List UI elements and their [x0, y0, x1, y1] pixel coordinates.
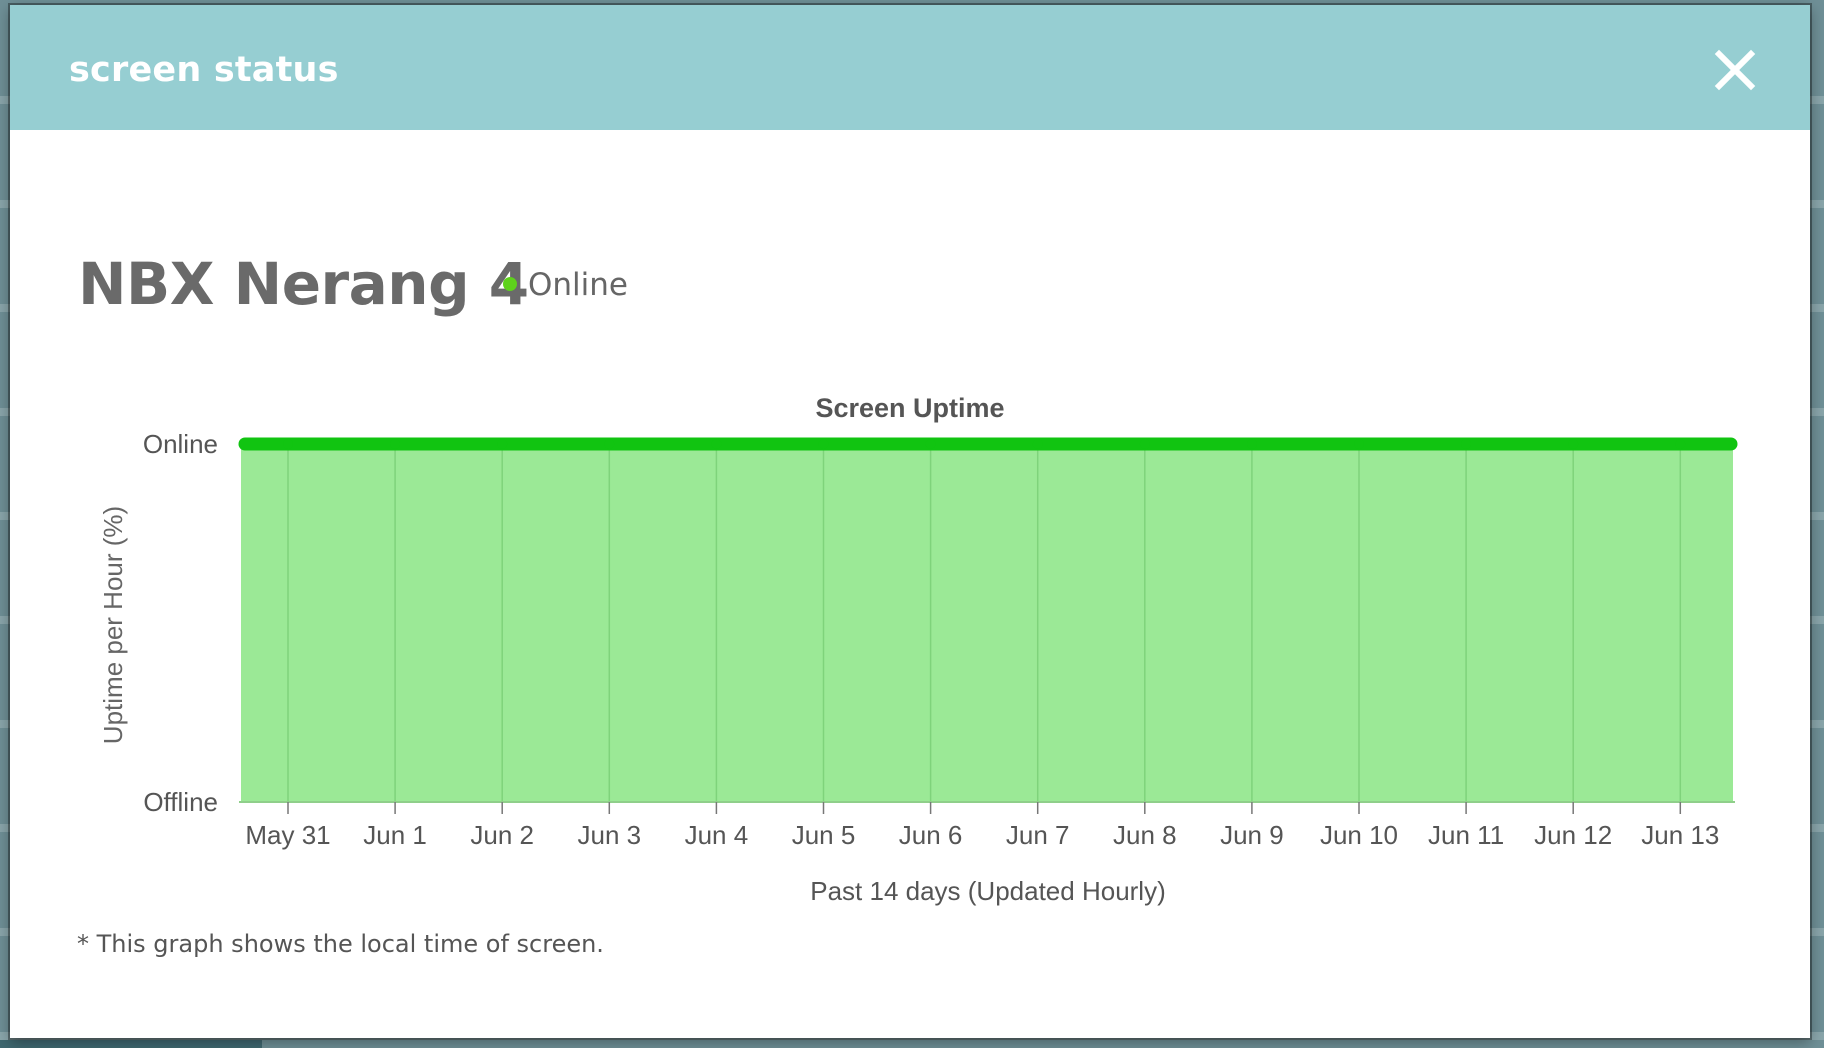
uptime-point	[604, 439, 615, 449]
page-backdrop-strip	[0, 1040, 262, 1048]
screen-status-modal: screen status NBX Nerang 4 Online Screen…	[10, 5, 1810, 1038]
uptime-point	[1032, 439, 1043, 449]
x-tick-label: Jun 9	[1220, 820, 1284, 850]
chart-x-axis-label: Past 14 days (Updated Hourly)	[810, 876, 1166, 906]
chart-footnote: * This graph shows the local time of scr…	[77, 930, 604, 958]
uptime-point	[1246, 439, 1257, 449]
uptime-point	[711, 439, 722, 449]
uptime-point	[1675, 439, 1686, 449]
x-tick-label: Jun 12	[1534, 820, 1612, 850]
x-tick-label: Jun 13	[1641, 820, 1719, 850]
x-tick-label: May 31	[245, 820, 330, 850]
chart-y-axis-label: Uptime per Hour (%)	[98, 506, 128, 744]
x-tick-label: Jun 3	[577, 820, 641, 850]
uptime-point	[925, 439, 936, 449]
x-tick-label: Jun 10	[1320, 820, 1398, 850]
uptime-point	[1139, 439, 1150, 449]
x-tick-label: Jun 4	[685, 820, 749, 850]
x-tick-label: Jun 5	[792, 820, 856, 850]
x-tick-label: Jun 2	[470, 820, 534, 850]
x-tick-label: Jun 11	[1428, 820, 1504, 850]
y-tick-label: Online	[143, 429, 218, 459]
uptime-point	[497, 439, 508, 449]
chart-title: Screen Uptime	[815, 393, 1004, 423]
x-tick-label: Jun 8	[1113, 820, 1177, 850]
x-tick-label: Jun 1	[363, 820, 427, 850]
uptime-chart: Screen Uptime Uptime per Hour (%) Past 1…	[98, 393, 1738, 906]
uptime-area	[241, 444, 1733, 802]
x-tick-label: Jun 7	[1006, 820, 1070, 850]
uptime-point	[1354, 439, 1364, 449]
uptime-point	[283, 439, 293, 449]
x-tick-label: Jun 6	[899, 820, 963, 850]
uptime-point	[1568, 439, 1579, 449]
y-tick-label: Offline	[143, 787, 218, 817]
uptime-point	[818, 439, 829, 449]
uptime-point	[390, 439, 401, 449]
uptime-point	[1461, 439, 1472, 449]
